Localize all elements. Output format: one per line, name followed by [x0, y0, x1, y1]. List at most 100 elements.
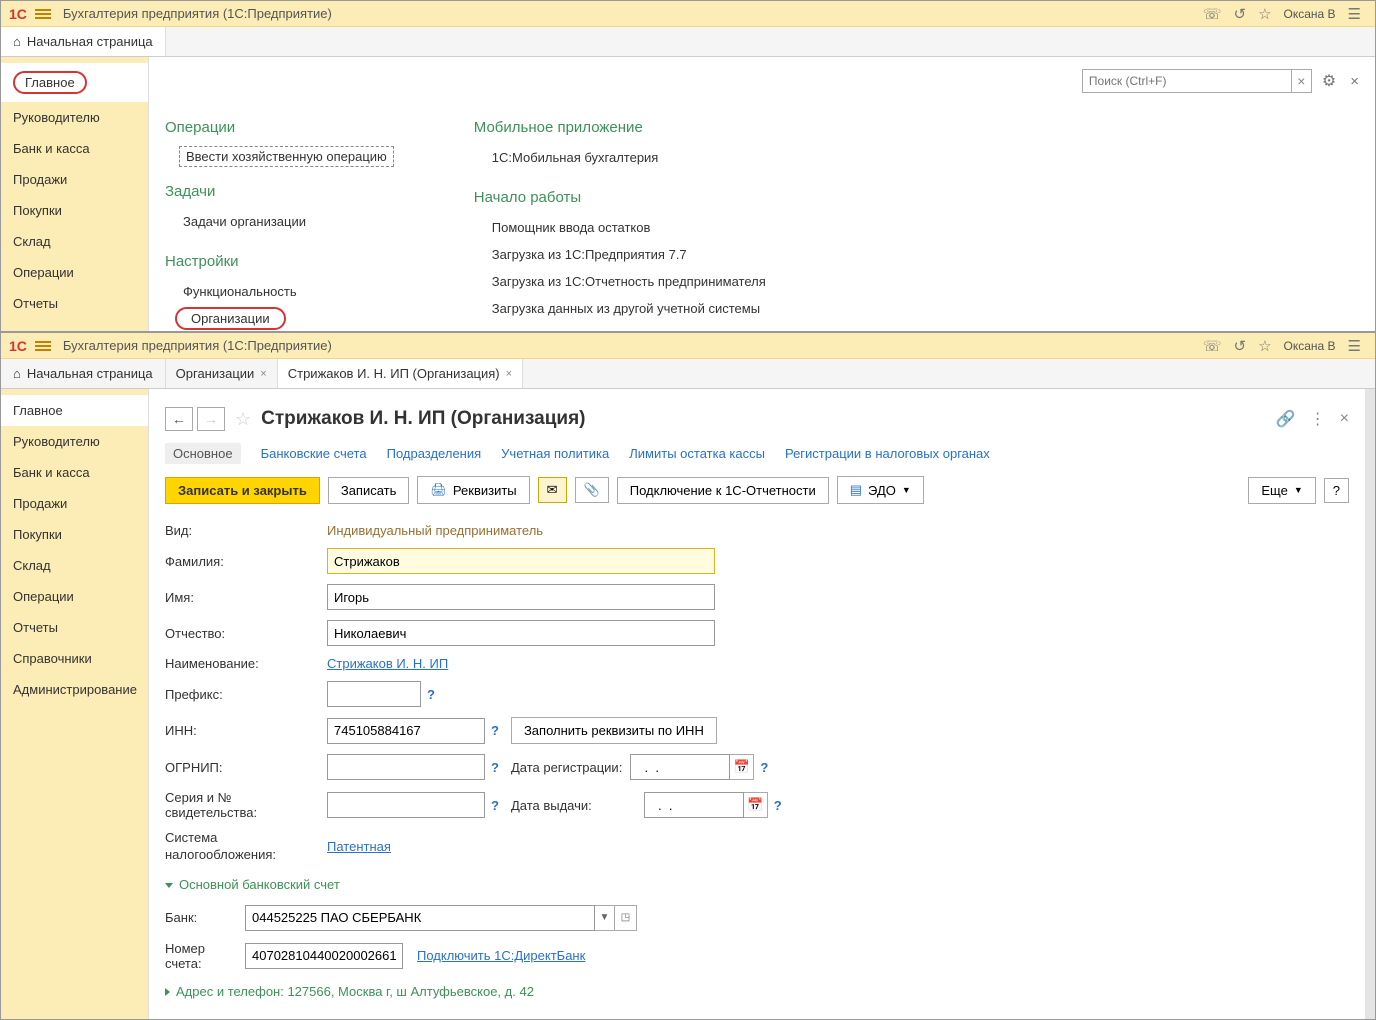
help-button[interactable]: ?: [1324, 478, 1349, 503]
open-icon[interactable]: ◳: [615, 905, 637, 931]
sidebar-item[interactable]: Покупки: [1, 519, 148, 550]
input-date-iss[interactable]: [644, 792, 744, 818]
close-icon[interactable]: ×: [1350, 73, 1359, 90]
edo-button[interactable]: ▤ЭДО ▼: [837, 476, 924, 504]
tab-close-icon[interactable]: ×: [506, 368, 512, 380]
sidebar-item[interactable]: Отчеты: [1, 612, 148, 643]
sidebar-item[interactable]: Операции: [1, 581, 148, 612]
link[interactable]: Загрузка из 1С:Предприятия 7.7: [474, 243, 766, 270]
tab-org-card[interactable]: Стрижаков И. Н. ИП (Организация) ×: [278, 359, 523, 388]
sidebar-item[interactable]: Руководителю: [1, 102, 148, 133]
fill-by-inn-button[interactable]: Заполнить реквизиты по ИНН: [511, 717, 717, 744]
link-org-tasks[interactable]: Задачи организации: [165, 210, 394, 237]
settings-icon[interactable]: ☰: [1348, 5, 1361, 23]
gear-icon[interactable]: ⚙: [1322, 71, 1336, 91]
tab-close-icon[interactable]: ×: [260, 368, 266, 380]
link[interactable]: Загрузка из 1С:Отчетность предпринимател…: [474, 270, 766, 297]
input-date-reg[interactable]: [630, 754, 730, 780]
toolbar-row-1: × ⚙ ×: [165, 69, 1359, 93]
menu-icon[interactable]: [35, 7, 51, 21]
link-tax[interactable]: Патентная: [327, 839, 391, 854]
sidebar-item[interactable]: Администрирование: [1, 674, 148, 705]
nav-forward-button[interactable]: →: [197, 407, 225, 431]
label-tax[interactable]: Система налогообложения:: [165, 830, 327, 864]
help-icon[interactable]: ?: [491, 723, 499, 738]
input-bank[interactable]: [245, 905, 595, 931]
expand-address[interactable]: Адрес и телефон: 127566, Москва г, ш Алт…: [165, 976, 1349, 1007]
subnav-policy[interactable]: Учетная политика: [501, 446, 609, 461]
mail-button[interactable]: ✉: [538, 477, 567, 503]
user-name-2[interactable]: Оксана В: [1284, 339, 1336, 353]
save-button[interactable]: Записать: [328, 477, 410, 504]
attach-button[interactable]: 📎: [575, 477, 609, 503]
sidebar-item[interactable]: Склад: [1, 550, 148, 581]
input-surname[interactable]: [327, 548, 715, 574]
save-close-button[interactable]: Записать и закрыть: [165, 477, 320, 504]
history-icon[interactable]: ↺: [1233, 5, 1246, 23]
tab-home-2[interactable]: ⌂ Начальная страница: [1, 359, 166, 388]
link-organizations[interactable]: Организации: [175, 307, 286, 330]
sidebar-item[interactable]: Руководителю: [1, 426, 148, 457]
sidebar-item-main[interactable]: Главное: [1, 63, 148, 102]
link-enter-operation[interactable]: Ввести хозяйственную операцию: [179, 146, 394, 167]
sidebar-item[interactable]: Главное: [1, 395, 148, 426]
tab-home-1[interactable]: ⌂ Начальная страница: [1, 27, 166, 56]
close-icon[interactable]: ×: [1340, 410, 1349, 428]
input-serial[interactable]: [327, 792, 485, 818]
search-input[interactable]: [1082, 69, 1292, 93]
menu-icon[interactable]: [35, 339, 51, 353]
input-patronymic[interactable]: [327, 620, 715, 646]
link-name[interactable]: Стрижаков И. Н. ИП: [327, 656, 448, 671]
subnav-tax[interactable]: Регистрации в налоговых органах: [785, 446, 990, 461]
tab-organizations[interactable]: Организации ×: [166, 359, 278, 388]
help-icon[interactable]: ?: [491, 760, 499, 775]
sidebar-item[interactable]: Банк и касса: [1, 457, 148, 488]
sidebar-item[interactable]: Справочники: [1, 643, 148, 674]
input-inn[interactable]: [327, 718, 485, 744]
link[interactable]: Помощник ввода остатков: [474, 216, 766, 243]
link[interactable]: Загрузка данных из другой учетной систем…: [474, 297, 766, 324]
help-icon[interactable]: ?: [774, 798, 782, 813]
sidebar-item[interactable]: Продажи: [1, 488, 148, 519]
star-icon[interactable]: ☆: [1258, 5, 1271, 23]
link[interactable]: 1С:Мобильная бухгалтерия: [474, 146, 766, 173]
calendar-icon[interactable]: 📅: [730, 754, 754, 780]
help-icon[interactable]: ?: [427, 687, 435, 702]
link-functionality[interactable]: Функциональность: [165, 280, 394, 307]
sidebar-item[interactable]: Продажи: [1, 164, 148, 195]
more-button[interactable]: Еще ▼: [1248, 477, 1315, 504]
link-directbank[interactable]: Подключить 1С:ДиректБанк: [417, 948, 585, 963]
subnav-limits[interactable]: Лимиты остатка кассы: [629, 446, 765, 461]
link-icon[interactable]: 🔗: [1276, 409, 1296, 429]
subnav-bank[interactable]: Банковские счета: [261, 446, 367, 461]
input-account[interactable]: [245, 943, 403, 969]
sidebar-item[interactable]: Операции: [1, 257, 148, 288]
more-icon[interactable]: ⋮: [1310, 409, 1326, 429]
calendar-icon[interactable]: 📅: [744, 792, 768, 818]
user-name-1[interactable]: Оксана В: [1284, 7, 1336, 21]
settings-icon[interactable]: ☰: [1348, 337, 1361, 355]
star-icon[interactable]: ☆: [1258, 337, 1271, 355]
bell-icon[interactable]: ☏: [1203, 5, 1222, 23]
sidebar-item[interactable]: Покупки: [1, 195, 148, 226]
input-name[interactable]: [327, 584, 715, 610]
sidebar-item[interactable]: Склад: [1, 226, 148, 257]
history-icon[interactable]: ↺: [1233, 337, 1246, 355]
nav-back-button[interactable]: ←: [165, 407, 193, 431]
connect-1c-button[interactable]: Подключение к 1С-Отчетности: [617, 477, 829, 504]
sidebar-item[interactable]: Банк и касса: [1, 133, 148, 164]
search-clear-icon[interactable]: ×: [1292, 69, 1312, 93]
subnav-main[interactable]: Основное: [165, 443, 241, 464]
bell-icon[interactable]: ☏: [1203, 337, 1222, 355]
dropdown-icon[interactable]: ▼: [595, 905, 615, 931]
expand-bank[interactable]: Основной банковский счет: [165, 869, 1349, 900]
input-prefix[interactable]: [327, 681, 421, 707]
input-ogrnip[interactable]: [327, 754, 485, 780]
sidebar-1: Главное Руководителю Банк и касса Продаж…: [1, 57, 149, 331]
subnav-dep[interactable]: Подразделения: [387, 446, 482, 461]
sidebar-item[interactable]: Отчеты: [1, 288, 148, 319]
help-icon[interactable]: ?: [760, 760, 768, 775]
help-icon[interactable]: ?: [491, 798, 499, 813]
favorite-star-icon[interactable]: ☆: [235, 409, 251, 430]
details-button[interactable]: 🖨Реквизиты: [417, 476, 529, 504]
